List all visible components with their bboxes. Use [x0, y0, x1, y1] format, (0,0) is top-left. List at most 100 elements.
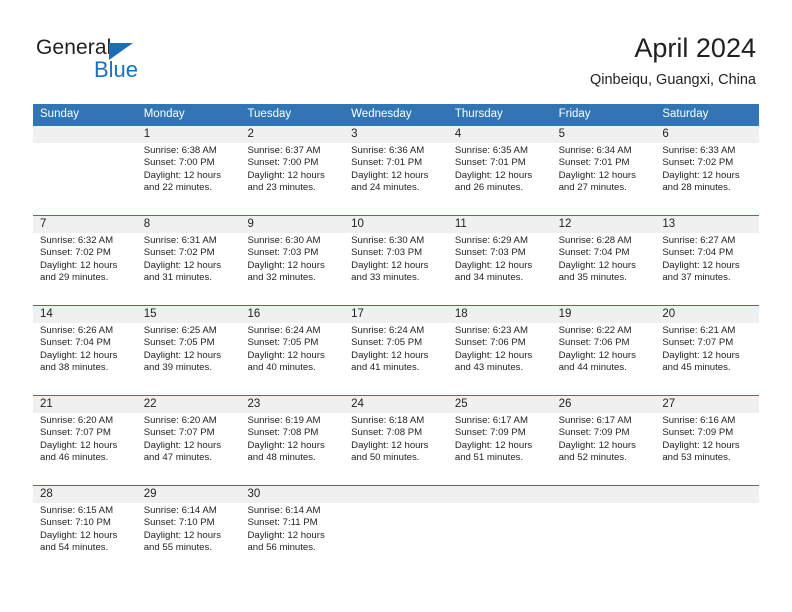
weekday-header-friday: Friday	[558, 108, 591, 120]
sunset-line: Sunset: 7:05 PM	[143, 337, 215, 349]
sunset-line: Sunset: 7:06 PM	[454, 337, 526, 349]
day-number[interactable]: 8	[137, 216, 241, 233]
sunrise-line: Sunrise: 6:31 AM	[143, 235, 217, 246]
sunrise-line: Sunrise: 6:18 AM	[351, 415, 425, 426]
day-cell: Sunrise: 6:34 AM Sunset: 7:01 PM Dayligh…	[552, 143, 656, 215]
day-cell: Sunrise: 6:14 AM Sunset: 7:11 PM Dayligh…	[240, 503, 344, 575]
calendar-week-row: 14 15 16 17 18 19 20 Sunrise: 6:26 AM Su…	[33, 305, 759, 395]
daylight-line-1: Daylight: 12 hours	[454, 439, 533, 451]
day-number[interactable]: 7	[33, 216, 137, 233]
day-number[interactable]	[33, 126, 137, 143]
daylight-line-1: Daylight: 12 hours	[143, 529, 222, 541]
sunrise-line: Sunrise: 6:25 AM	[143, 325, 217, 336]
day-number[interactable]: 5	[552, 126, 656, 143]
general-blue-logo[interactable]: General Blue	[36, 36, 256, 88]
sunrise-line: Sunrise: 6:17 AM	[454, 415, 528, 426]
day-number[interactable]	[552, 486, 656, 503]
daylight-line-2: and 52 minutes.	[558, 452, 627, 464]
day-number[interactable]: 15	[137, 306, 241, 323]
week-daynumber-strip: 1 2 3 4 5 6	[33, 126, 759, 143]
week-daynumber-strip: 7 8 9 10 11 12 13	[33, 216, 759, 233]
sunrise-line: Sunrise: 6:34 AM	[558, 145, 632, 156]
title-block: April 2024 Qinbeiqu, Guangxi, China	[590, 32, 756, 89]
day-number[interactable]: 2	[240, 126, 344, 143]
sunrise-line: Sunrise: 6:16 AM	[662, 415, 736, 426]
calendar-grid: Sunday Monday Tuesday Wednesday Thursday…	[33, 104, 759, 575]
day-number[interactable]: 3	[344, 126, 448, 143]
daylight-line-2: and 33 minutes.	[351, 272, 420, 284]
logo-text-blue: Blue	[94, 57, 139, 82]
day-cell: Sunrise: 6:18 AM Sunset: 7:08 PM Dayligh…	[344, 413, 448, 485]
sunrise-line: Sunrise: 6:36 AM	[351, 145, 425, 156]
day-number[interactable]: 11	[448, 216, 552, 233]
day-number[interactable]: 27	[655, 396, 759, 413]
day-number[interactable]: 17	[344, 306, 448, 323]
sunrise-line: Sunrise: 6:15 AM	[40, 505, 114, 516]
day-number[interactable]: 23	[240, 396, 344, 413]
week-detail-strip: Sunrise: 6:26 AM Sunset: 7:04 PM Dayligh…	[33, 323, 759, 395]
day-number[interactable]: 21	[33, 396, 137, 413]
day-number[interactable]: 16	[240, 306, 344, 323]
day-number[interactable]: 22	[137, 396, 241, 413]
day-number[interactable]: 9	[240, 216, 344, 233]
day-number[interactable]: 18	[448, 306, 552, 323]
sunset-line: Sunset: 7:09 PM	[454, 427, 526, 439]
day-number[interactable]: 28	[33, 486, 137, 503]
day-number[interactable]: 12	[552, 216, 656, 233]
daylight-line-2: and 37 minutes.	[662, 272, 731, 284]
day-cell: Sunrise: 6:17 AM Sunset: 7:09 PM Dayligh…	[552, 413, 656, 485]
daylight-line-1: Daylight: 12 hours	[40, 529, 118, 541]
day-cell: Sunrise: 6:29 AM Sunset: 7:03 PM Dayligh…	[448, 233, 552, 305]
sunrise-line: Sunrise: 6:22 AM	[558, 325, 632, 336]
sunrise-line: Sunrise: 6:20 AM	[143, 415, 217, 426]
daylight-line-1: Daylight: 12 hours	[40, 349, 118, 361]
daylight-line-2: and 23 minutes.	[247, 182, 316, 194]
day-number[interactable]: 14	[33, 306, 137, 323]
day-number[interactable]: 1	[137, 126, 241, 143]
day-number[interactable]: 20	[655, 306, 759, 323]
daylight-line-1: Daylight: 12 hours	[351, 349, 429, 361]
sunrise-line: Sunrise: 6:38 AM	[143, 145, 217, 156]
sunrise-line: Sunrise: 6:30 AM	[351, 235, 425, 246]
day-number[interactable]	[448, 486, 552, 503]
day-number[interactable]	[655, 486, 759, 503]
weekday-header-sunday: Sunday	[40, 108, 80, 120]
daylight-line-1: Daylight: 12 hours	[143, 169, 222, 181]
day-number[interactable]: 19	[552, 306, 656, 323]
sunset-line: Sunset: 7:07 PM	[662, 337, 734, 349]
day-cell: Sunrise: 6:31 AM Sunset: 7:02 PM Dayligh…	[137, 233, 241, 305]
weekday-header-wednesday: Wednesday	[351, 108, 412, 120]
day-number[interactable]: 26	[552, 396, 656, 413]
daylight-line-2: and 53 minutes.	[662, 452, 731, 464]
sunrise-line: Sunrise: 6:20 AM	[40, 415, 114, 426]
calendar-week-row: 7 8 9 10 11 12 13 Sunrise: 6:32 AM Sunse…	[33, 215, 759, 305]
sunset-line: Sunset: 7:00 PM	[143, 157, 215, 169]
day-number[interactable]	[344, 486, 448, 503]
day-number[interactable]: 13	[655, 216, 759, 233]
daylight-line-2: and 34 minutes.	[454, 272, 524, 284]
sunset-line: Sunset: 7:03 PM	[351, 247, 423, 259]
daylight-line-1: Daylight: 12 hours	[662, 439, 740, 451]
day-cell: Sunrise: 6:16 AM Sunset: 7:09 PM Dayligh…	[655, 413, 759, 485]
day-number[interactable]: 24	[344, 396, 448, 413]
day-number[interactable]: 10	[344, 216, 448, 233]
day-number[interactable]: 6	[655, 126, 759, 143]
daylight-line-2: and 47 minutes.	[143, 452, 212, 464]
daylight-line-2: and 32 minutes.	[247, 272, 316, 284]
sunset-line: Sunset: 7:05 PM	[247, 337, 319, 349]
day-number[interactable]: 25	[448, 396, 552, 413]
sunset-line: Sunset: 7:02 PM	[662, 157, 734, 169]
daylight-line-2: and 39 minutes.	[143, 362, 212, 374]
sunset-line: Sunset: 7:01 PM	[558, 157, 630, 169]
day-number[interactable]: 4	[448, 126, 552, 143]
day-cell: Sunrise: 6:30 AM Sunset: 7:03 PM Dayligh…	[344, 233, 448, 305]
sunset-line: Sunset: 7:11 PM	[247, 517, 318, 529]
day-cell: Sunrise: 6:38 AM Sunset: 7:00 PM Dayligh…	[137, 143, 241, 215]
page-header: General Blue April 2024 Qinbeiqu, Guangx…	[0, 0, 792, 100]
day-number[interactable]: 29	[137, 486, 241, 503]
sunrise-line: Sunrise: 6:37 AM	[247, 145, 321, 156]
sunset-line: Sunset: 7:09 PM	[662, 427, 734, 439]
day-number[interactable]: 30	[240, 486, 344, 503]
daylight-line-1: Daylight: 12 hours	[454, 169, 533, 181]
calendar-week-row: 1 2 3 4 5 6 Sunrise: 6:38 AM Sunset: 7:0…	[33, 125, 759, 215]
